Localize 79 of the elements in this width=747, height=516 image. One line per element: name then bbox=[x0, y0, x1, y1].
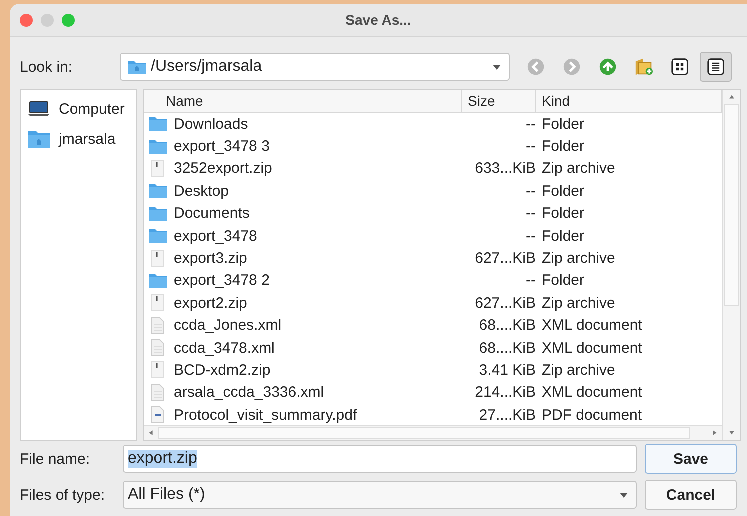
file-name[interactable]: export3.zip bbox=[174, 250, 248, 268]
file-name[interactable]: ccda_3478.xml bbox=[174, 340, 275, 357]
file-size: -- bbox=[526, 116, 536, 133]
scroll-up-icon[interactable] bbox=[728, 94, 734, 100]
scroll-left-icon[interactable] bbox=[148, 430, 154, 436]
save-button[interactable]: Save bbox=[645, 444, 737, 474]
file-size: 633...KiB bbox=[475, 160, 536, 178]
folder-icon bbox=[148, 272, 168, 289]
column-header[interactable]: Size bbox=[462, 90, 536, 112]
folder-icon bbox=[148, 183, 168, 200]
file-kind: XML document bbox=[542, 317, 642, 334]
file-size: 68....KiB bbox=[479, 340, 536, 357]
file-kind: Zip archive bbox=[542, 362, 616, 379]
file-name[interactable]: Downloads bbox=[174, 116, 248, 133]
file-name[interactable]: Protocol_visit_summary.pdf bbox=[174, 406, 358, 424]
sidebar-item[interactable]: jmarsala bbox=[21, 124, 136, 154]
look-in-label: Look in: bbox=[20, 58, 74, 76]
file-size: 627...KiB bbox=[475, 250, 536, 268]
file-size: 214...KiB bbox=[475, 384, 536, 402]
file-name-field[interactable]: export.zip bbox=[123, 445, 637, 473]
detail-view-button[interactable] bbox=[700, 52, 732, 82]
home-folder-icon bbox=[127, 59, 147, 75]
file-name[interactable]: export_3478 2 bbox=[174, 272, 270, 290]
file-size: 27....KiB bbox=[479, 406, 536, 424]
laptop-icon bbox=[27, 100, 51, 118]
file-size: 68....KiB bbox=[479, 317, 536, 334]
file-size: -- bbox=[526, 205, 536, 222]
folder-icon bbox=[148, 116, 168, 132]
file-kind: Folder bbox=[542, 272, 585, 290]
close-button[interactable] bbox=[20, 14, 33, 26]
file-size: -- bbox=[526, 182, 536, 200]
up-icon bbox=[599, 58, 617, 76]
sidebar-item[interactable]: Computer bbox=[21, 94, 136, 124]
list-view-icon bbox=[707, 58, 725, 76]
file-kind: Folder bbox=[542, 182, 585, 200]
window-title: Save As... bbox=[346, 12, 412, 28]
file-kind: Zip archive bbox=[542, 250, 616, 268]
file-type-dropdown[interactable]: All Files (*) bbox=[123, 481, 637, 509]
vertical-scrollbar[interactable] bbox=[722, 90, 740, 440]
file-name[interactable]: Desktop bbox=[174, 182, 230, 200]
file-name[interactable]: Documents bbox=[174, 205, 250, 222]
file-name[interactable]: export_3478 bbox=[174, 228, 258, 245]
folder-icon bbox=[148, 138, 168, 155]
file-name[interactable]: BCD-xdm2.zip bbox=[174, 362, 271, 379]
back-icon bbox=[527, 58, 545, 76]
file-kind: Folder bbox=[542, 116, 585, 133]
forward-icon bbox=[563, 58, 581, 76]
file-kind: Folder bbox=[542, 228, 585, 245]
file-name[interactable]: ccda_Jones.xml bbox=[174, 317, 282, 334]
caret-icon bbox=[493, 64, 501, 70]
column-header[interactable]: Name bbox=[144, 90, 462, 112]
file-name[interactable]: export2.zip bbox=[174, 294, 248, 312]
file-kind: Zip archive bbox=[542, 294, 616, 312]
scroll-right-icon[interactable] bbox=[712, 430, 718, 436]
folder-icon bbox=[148, 206, 168, 222]
scroll-down-icon[interactable] bbox=[728, 430, 734, 436]
file-name-label: File name: bbox=[20, 450, 92, 468]
look-in-dropdown[interactable]: /Users/jmarsala bbox=[120, 53, 510, 81]
file-size: -- bbox=[526, 138, 536, 156]
file-kind: Folder bbox=[542, 138, 585, 156]
grid-view-icon bbox=[671, 58, 689, 76]
folder-icon bbox=[148, 228, 168, 244]
file-size: 627...KiB bbox=[475, 294, 536, 312]
file-size: -- bbox=[526, 228, 536, 245]
file-size: -- bbox=[526, 272, 536, 290]
file-size: 3.41 KiB bbox=[479, 362, 536, 379]
file-type-label: Files of type: bbox=[20, 486, 106, 504]
file-kind: XML document bbox=[542, 340, 642, 357]
file-name[interactable]: arsala_ccda_3336.xml bbox=[174, 384, 324, 402]
new-folder-icon bbox=[634, 58, 654, 76]
home-folder-icon bbox=[27, 129, 51, 149]
file-kind: XML document bbox=[542, 384, 642, 402]
file-name[interactable]: 3252export.zip bbox=[174, 160, 272, 178]
file-kind: Folder bbox=[542, 205, 585, 222]
file-kind: PDF document bbox=[542, 406, 642, 424]
cancel-button[interactable]: Cancel bbox=[645, 480, 737, 510]
zoom-button[interactable] bbox=[62, 14, 75, 26]
file-name[interactable]: export_3478 3 bbox=[174, 138, 270, 156]
file-kind: Zip archive bbox=[542, 160, 616, 178]
